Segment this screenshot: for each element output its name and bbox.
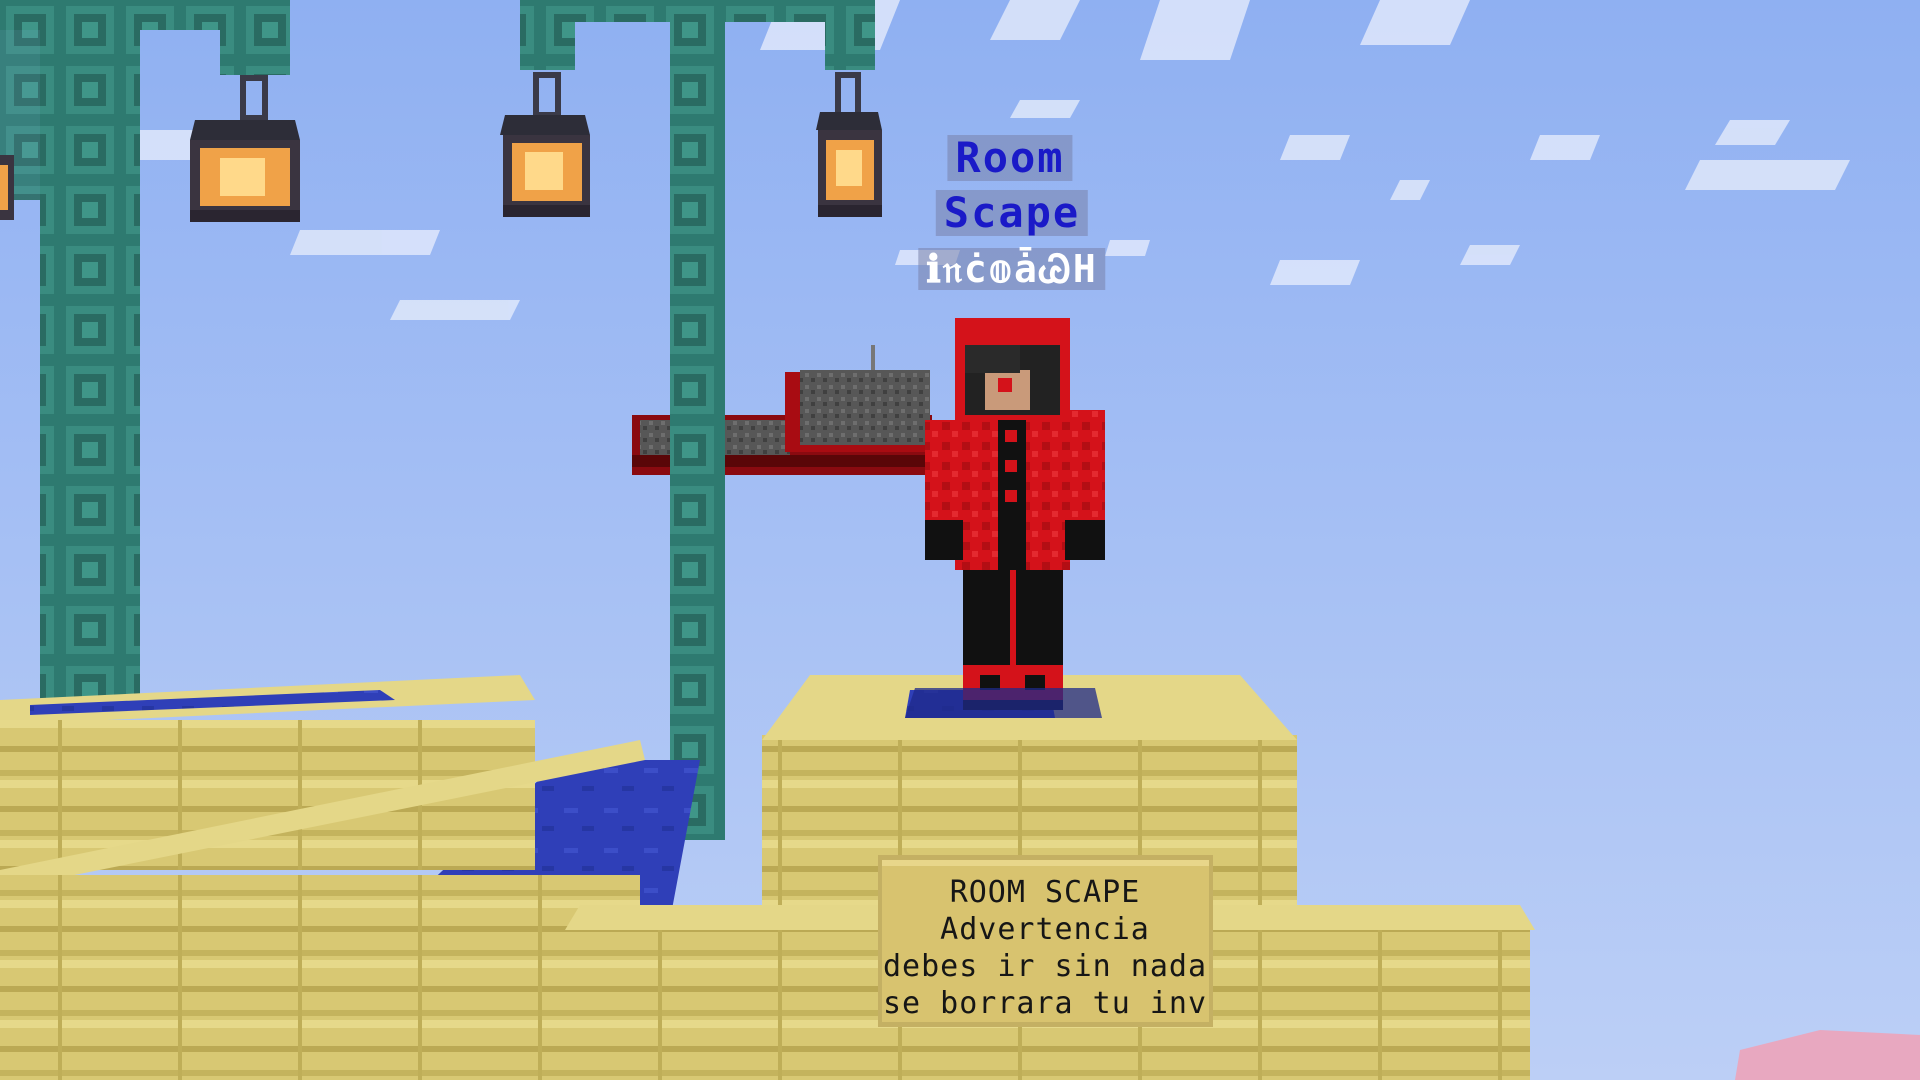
nametag-line-scape: Scape (935, 190, 1089, 236)
sign-line-3: debes ir sin nada (882, 949, 1208, 984)
sign-line-2: Advertencia (940, 912, 1150, 947)
nametag-line-room: Room (947, 135, 1073, 181)
sign-line-4: se borrara tu inv (882, 986, 1208, 1021)
sign-line-1: ROOM SCAPE (949, 875, 1141, 910)
nametag-line-symbols: ℹ𝔫ċ𝕠ǡᏊH (918, 248, 1106, 290)
player-shadow (905, 688, 1102, 718)
lantern-icon (0, 155, 14, 220)
